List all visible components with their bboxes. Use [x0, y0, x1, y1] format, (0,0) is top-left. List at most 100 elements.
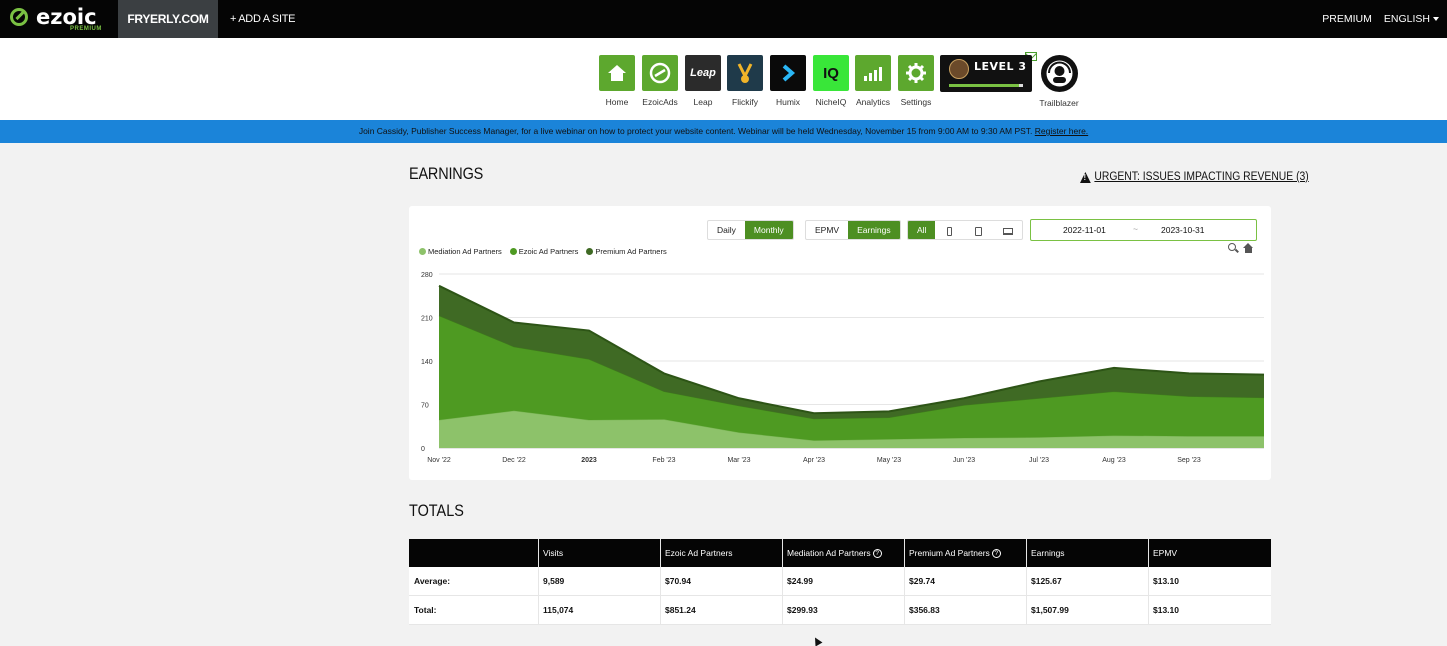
table-cell: $125.67 [1031, 576, 1062, 586]
mouse-cursor-icon [811, 635, 823, 646]
app-settings[interactable]: Settings [898, 55, 934, 107]
help-icon[interactable]: ? [991, 549, 1001, 559]
chart-legend: Mediation Ad Partners Ezoic Ad Partners Pr… [419, 247, 667, 256]
column-header: Earnings [1031, 539, 1065, 567]
all-devices-button[interactable]: All [908, 221, 936, 239]
period-toggle: Daily Monthly [707, 220, 794, 240]
help-icon[interactable]: ? [872, 549, 882, 559]
device-toggle: All [907, 220, 1024, 240]
date-from: 2022-11-01 [1063, 225, 1106, 235]
leap-icon-text: Leap [690, 67, 716, 79]
legend-item[interactable]: Ezoic Ad Partners [509, 247, 579, 256]
column-header-label: Ezoic Ad Partners [665, 548, 733, 558]
table-cell: $13.10 [1153, 605, 1179, 615]
premium-link[interactable]: PREMIUM [1322, 0, 1372, 38]
app-analytics[interactable]: Analytics [855, 55, 891, 107]
logo-premium-label: PREMIUM [70, 26, 102, 32]
app-launcher-bar: Home EzoicAds Leap Leap Flickify Humix IQ Niche… [0, 38, 1447, 120]
app-leap[interactable]: Leap Leap [685, 55, 721, 107]
mobile-device-button[interactable] [935, 221, 964, 239]
ezoic-logo-mark-icon [10, 8, 28, 26]
desktop-device-button[interactable] [993, 221, 1022, 239]
x-tick-label: May '23 [877, 457, 901, 464]
top-navigation-bar: ezoic PREMIUM FRYERLY.COM + ADD A SITE P… [0, 0, 1447, 38]
leap-icon: Leap [685, 55, 721, 91]
column-header: Visits [543, 539, 563, 567]
table-cell: $299.93 [787, 605, 818, 615]
totals-heading: TOTALS [409, 501, 464, 520]
desktop-icon [1002, 227, 1013, 235]
level-progress-bar [949, 84, 1023, 87]
tablet-icon [975, 226, 983, 236]
table-cell: $851.24 [665, 605, 696, 615]
app-flickify[interactable]: Flickify [727, 55, 763, 107]
nicheiq-icon-text: IQ [823, 64, 839, 82]
reset-zoom-home-icon[interactable] [1243, 243, 1254, 253]
ezoic-logo[interactable]: ezoic PREMIUM [10, 5, 115, 33]
legend-item[interactable]: Premium Ad Partners [586, 247, 667, 256]
app-ezoicads[interactable]: EzoicAds [642, 55, 678, 107]
app-nicheiq[interactable]: IQ NicheIQ [813, 55, 849, 107]
x-tick-label: 2023 [581, 457, 597, 464]
column-divider [660, 539, 661, 625]
urgent-issues-label: URGENT: ISSUES IMPACTING REVENUE (3) [1094, 171, 1309, 183]
home-icon [599, 55, 635, 91]
column-header: EPMV [1153, 539, 1177, 567]
column-header-label: Earnings [1031, 548, 1065, 558]
row-label: Total: [414, 605, 437, 615]
table-cell: $356.83 [909, 605, 940, 615]
tablet-device-button[interactable] [964, 221, 993, 239]
level-label: LEVEL 3 [974, 60, 1027, 73]
column-header-label: Mediation Ad Partners [787, 548, 871, 558]
earnings-heading: EARNINGS [409, 164, 484, 183]
urgent-issues-link[interactable]: URGENT: ISSUES IMPACTING REVENUE (3) [1080, 171, 1309, 183]
column-header-label: EPMV [1153, 548, 1178, 558]
y-tick-label: 280 [421, 272, 433, 279]
legend-item[interactable]: Mediation Ad Partners [419, 247, 502, 256]
column-divider [538, 539, 539, 625]
x-tick-label: Mar '23 [727, 457, 750, 464]
legend-label: Ezoic Ad Partners [518, 247, 579, 256]
warning-icon [1080, 171, 1091, 183]
nicheiq-icon: IQ [813, 55, 849, 91]
x-tick-label: Dec '22 [502, 457, 526, 464]
column-header-label: Visits [543, 548, 564, 558]
legend-label: Mediation Ad Partners [428, 247, 502, 256]
x-tick-label: Sep '23 [1177, 457, 1201, 464]
humix-icon [770, 55, 806, 91]
metric-toggle: EPMV Earnings [805, 220, 901, 240]
app-home[interactable]: Home [599, 55, 635, 107]
language-selector[interactable]: ENGLISH [1384, 0, 1439, 38]
x-tick-label: Nov '22 [427, 457, 451, 464]
date-to: 2023-10-31 [1161, 225, 1205, 235]
epmv-button[interactable]: EPMV [806, 221, 848, 239]
column-header: Ezoic Ad Partners [665, 539, 733, 567]
zoom-icon[interactable] [1228, 243, 1236, 251]
daily-button[interactable]: Daily [708, 221, 745, 239]
y-tick-label: 0 [421, 446, 425, 453]
banner-text: Join Cassidy, Publisher Success Manager,… [358, 126, 1033, 136]
site-tab-fryerly[interactable]: FRYERLY.COM [118, 0, 218, 38]
top-right-menu: PREMIUM ENGLISH [1322, 0, 1439, 38]
column-header: Mediation Ad Partners? [787, 539, 882, 567]
level-card[interactable]: LEVEL 3 [940, 55, 1032, 92]
legend-dot-icon [509, 248, 517, 255]
column-divider [1026, 539, 1027, 625]
monthly-button[interactable]: Monthly [744, 221, 793, 239]
column-divider [904, 539, 905, 625]
add-site-link[interactable]: + ADD A SITE [230, 0, 295, 38]
caret-down-icon [1433, 17, 1439, 22]
register-link[interactable]: Register here. [1035, 126, 1088, 136]
legend-label: Premium Ad Partners [595, 247, 667, 256]
row-label: Average: [414, 576, 451, 586]
column-divider [1148, 539, 1149, 625]
table-cell: $29.74 [909, 576, 935, 586]
app-humix[interactable]: Humix [770, 55, 806, 107]
earnings-button[interactable]: Earnings [848, 221, 900, 239]
trailblazer-badge-icon[interactable] [1041, 55, 1078, 92]
date-range-picker[interactable]: 2022-11-01 ~ 2023-10-31 [1030, 219, 1257, 241]
ezoicads-icon [642, 55, 678, 91]
table-cell: $1,507.99 [1031, 605, 1069, 615]
flickify-icon [727, 55, 763, 91]
x-tick-label: Aug '23 [1102, 457, 1126, 464]
